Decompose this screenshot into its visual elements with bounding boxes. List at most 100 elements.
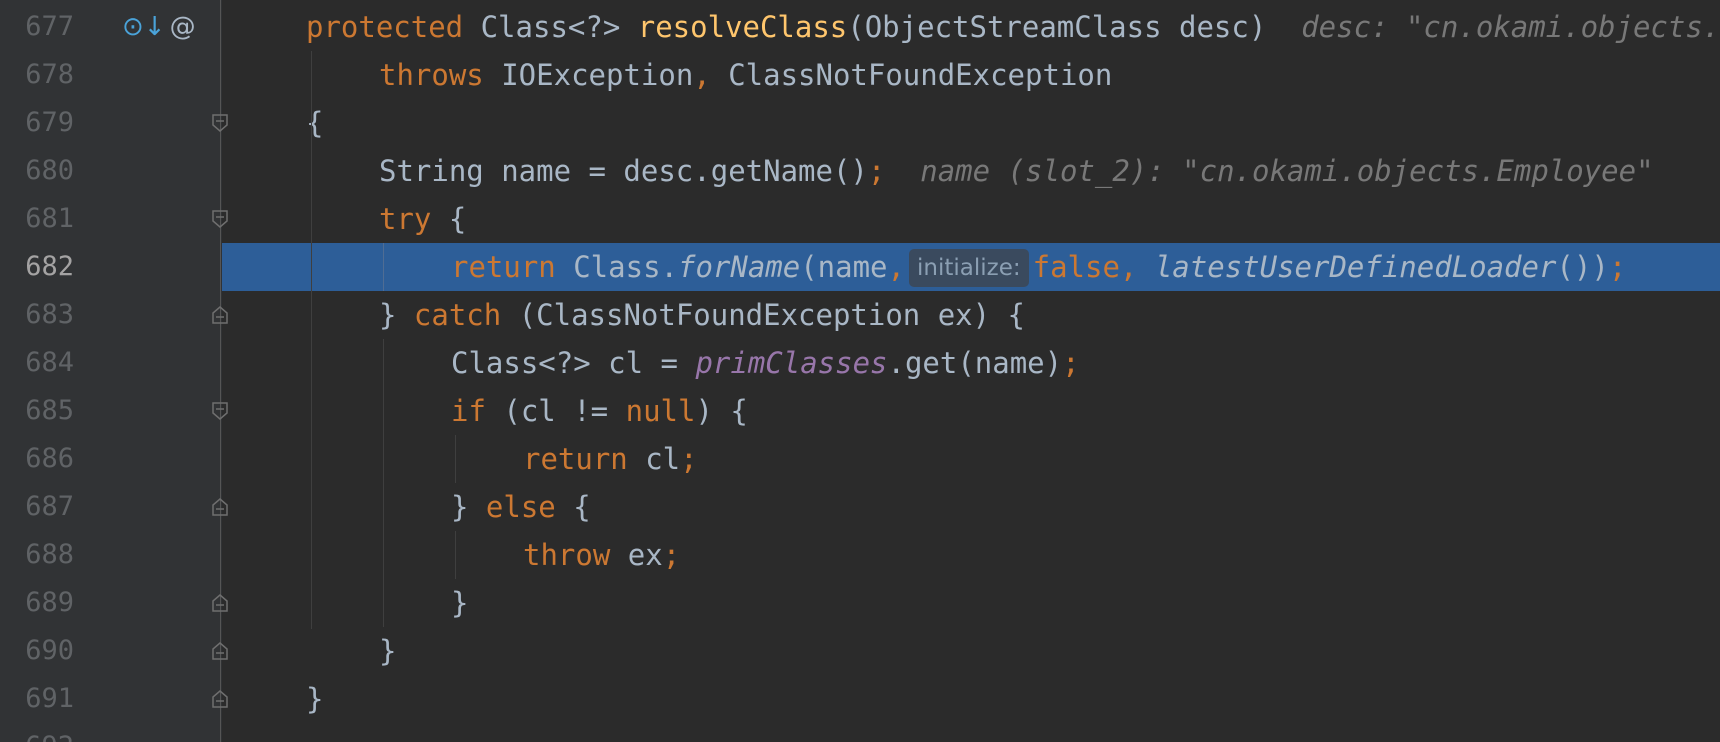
keyword: throw — [523, 538, 611, 572]
code-token: ClassNotFoundException — [710, 58, 1113, 92]
code-token: } — [451, 490, 486, 524]
keyword: if — [451, 394, 486, 428]
inline-debug-value: desc: "cn.okami.objects.Employee" — [1301, 10, 1720, 44]
code-line-681[interactable]: 681 try { — [0, 195, 1720, 243]
code-text: } catch (ClassNotFoundException ex) { — [379, 291, 1025, 339]
code-token: ex — [610, 538, 663, 572]
keyword: false — [1032, 250, 1120, 284]
code-text: { — [306, 99, 323, 147]
code-text: return Class.forName(name, initialize: fal… — [451, 243, 1626, 291]
line-number: 689 — [25, 587, 74, 618]
line-number: 687 — [25, 491, 74, 522]
code-line-678[interactable]: 678 throws IOException, ClassNotFoundExc… — [0, 51, 1720, 99]
line-number: 679 — [25, 107, 74, 138]
code-token: { — [431, 202, 467, 236]
keyword: return — [523, 442, 628, 476]
code-line-692[interactable]: 692 — [0, 723, 1720, 742]
fold-end-icon[interactable] — [210, 593, 230, 613]
indent-guide — [311, 51, 312, 629]
code-text: protected Class<?> resolveClass(ObjectSt… — [306, 3, 1720, 51]
code-token: (ClassNotFoundException ex) { — [501, 298, 1026, 332]
code-line-691[interactable]: 691 } — [0, 675, 1720, 723]
code-text: } — [306, 675, 323, 723]
code-line-690[interactable]: 690 } — [0, 627, 1720, 675]
code-line-677[interactable]: 677 ⊙↓ @ protected Class<?> resolveClass(… — [0, 3, 1720, 51]
code-token: ) { — [695, 394, 748, 428]
code-token: (ObjectStreamClass desc) — [847, 10, 1267, 44]
fold-collapse-icon[interactable] — [210, 401, 230, 421]
fold-end-icon[interactable] — [210, 641, 230, 661]
code-text: } — [451, 579, 468, 627]
override-marker-icon[interactable]: @ — [170, 12, 196, 42]
code-line-685[interactable]: 685 if (cl != null) { — [0, 387, 1720, 435]
code-text: if (cl != null) { — [451, 387, 748, 435]
code-editor[interactable]: 677 ⊙↓ @ protected Class<?> resolveClass(… — [0, 0, 1720, 742]
keyword: catch — [413, 298, 502, 332]
indent-guide — [455, 531, 456, 579]
code-token: Class<?> — [463, 10, 638, 44]
punctuation: ; — [662, 538, 681, 572]
fold-end-icon[interactable] — [210, 305, 230, 325]
code-line-683[interactable]: 683 } catch (ClassNotFoundException ex) … — [0, 291, 1720, 339]
code-token: .get(name) — [887, 346, 1063, 380]
code-token: cl — [627, 442, 681, 476]
keyword: return — [451, 250, 556, 284]
line-number: 691 — [25, 683, 74, 714]
punctuation: ; — [867, 154, 886, 188]
fold-end-icon[interactable] — [210, 689, 230, 709]
code-token: } — [379, 634, 397, 668]
line-number: 690 — [25, 635, 74, 666]
line-number: 688 — [25, 539, 74, 570]
line-number: 681 — [25, 203, 74, 234]
code-token: Class<?> cl = — [451, 346, 696, 380]
parameter-name-hint: initialize: — [908, 249, 1029, 287]
static-field: primClasses — [695, 346, 888, 380]
code-text: } else { — [451, 483, 591, 531]
method-call: forName — [677, 250, 801, 284]
code-text: String name = desc.getName(); name (slot… — [379, 147, 1654, 195]
code-line-686[interactable]: 686 return cl; — [0, 435, 1720, 483]
indent-guide — [383, 243, 384, 291]
line-number: 686 — [25, 443, 74, 474]
gutter-icons[interactable]: ⊙↓ @ — [122, 9, 196, 45]
code-line-679[interactable]: 679 { — [0, 99, 1720, 147]
code-token: String name = desc.getName() — [379, 154, 868, 188]
fold-end-icon[interactable] — [210, 497, 230, 517]
keyword: null — [625, 394, 696, 428]
step-into-icon[interactable]: ⊙↓ — [122, 12, 166, 42]
code-token: { — [555, 490, 591, 524]
code-token: } — [306, 682, 324, 716]
code-token: (name — [800, 250, 888, 284]
punctuation: ; — [1608, 250, 1627, 284]
code-text: try { — [379, 195, 466, 243]
code-token: { — [306, 106, 324, 140]
code-line-687[interactable]: 687 } else { — [0, 483, 1720, 531]
code-line-680[interactable]: 680 String name = desc.getName(); name (… — [0, 147, 1720, 195]
indent-guide — [383, 339, 384, 627]
line-number: 685 — [25, 395, 74, 426]
line-number: 692 — [0, 723, 74, 742]
code-line-684[interactable]: 684 Class<?> cl = primClasses.get(name); — [0, 339, 1720, 387]
indent-guide — [455, 435, 456, 483]
line-number: 677 — [25, 11, 74, 42]
code-text: throw ex; — [523, 531, 680, 579]
fold-collapse-icon[interactable] — [210, 113, 230, 133]
line-number: 683 — [25, 299, 74, 330]
line-number: 678 — [25, 59, 74, 90]
code-token: IOException — [483, 58, 694, 92]
code-text: Class<?> cl = primClasses.get(name); — [451, 339, 1080, 387]
punctuation: ; — [1062, 346, 1080, 380]
code-line-688[interactable]: 688 throw ex; — [0, 531, 1720, 579]
punctuation: , — [693, 58, 711, 92]
line-number: 684 — [25, 347, 74, 378]
code-line-682-current[interactable]: 682 return Class.forName(name, initialize… — [0, 243, 1720, 291]
fold-collapse-icon[interactable] — [210, 209, 230, 229]
punctuation: , — [1119, 250, 1138, 284]
code-line-689[interactable]: 689 } — [0, 579, 1720, 627]
code-token: Class. — [555, 250, 678, 284]
line-number: 682 — [25, 251, 74, 282]
code-text: throws IOException, ClassNotFoundExcepti… — [379, 51, 1112, 99]
keyword: throws — [379, 58, 484, 92]
punctuation: , — [887, 250, 905, 284]
keyword: else — [485, 490, 556, 524]
